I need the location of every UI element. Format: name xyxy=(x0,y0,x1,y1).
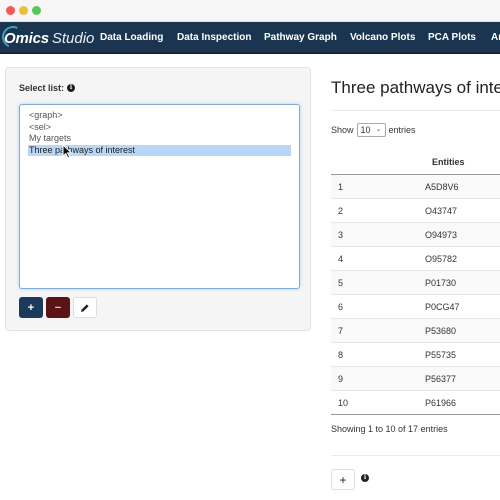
list-actions: + − xyxy=(19,297,97,318)
row-entity: P56377 xyxy=(425,373,457,384)
pencil-icon xyxy=(81,303,89,312)
brand-light: Studio xyxy=(51,29,95,47)
app-logo[interactable]: Omics Studio xyxy=(0,22,95,52)
table-info: Showing 1 to 10 of 17 entries xyxy=(331,424,448,434)
window-titlebar xyxy=(0,0,500,22)
row-index: 10 xyxy=(338,397,349,408)
row-entity: A5D8V6 xyxy=(425,181,459,192)
nav-pathway-graph[interactable]: Pathway Graph xyxy=(264,32,337,43)
row-entity: O43747 xyxy=(425,205,458,216)
row-index: 2 xyxy=(338,205,344,216)
table-row[interactable]: 9 P56377 xyxy=(331,367,500,391)
page-length-select[interactable]: 10 ⌄ xyxy=(356,123,386,137)
table-row[interactable]: 2 O43747 xyxy=(331,199,500,223)
column-header-entities[interactable]: Entities xyxy=(432,157,465,167)
row-index: 7 xyxy=(338,325,344,336)
row-entity: P61966 xyxy=(425,397,457,408)
list-select-box[interactable]: <graph> <sel> My targets Three pathways … xyxy=(19,104,300,289)
add-list-button[interactable]: + xyxy=(19,297,43,318)
row-entity: P55735 xyxy=(425,349,457,360)
brand-bold: Omics xyxy=(4,29,49,47)
table-footer-divider xyxy=(331,414,500,415)
page-length-value: 10 xyxy=(360,125,371,135)
table-row[interactable]: 6 P0CG47 xyxy=(331,295,500,319)
chevron-down-icon: ⌄ xyxy=(375,126,382,133)
table-row[interactable]: 8 P55735 xyxy=(331,343,500,367)
nav-volcano-plots[interactable]: Volcano Plots xyxy=(350,32,415,43)
add-entity-button[interactable]: + xyxy=(331,469,355,490)
list-selection-panel: Select list: i <graph> <sel> My targets … xyxy=(5,67,311,331)
minimize-window-button[interactable] xyxy=(19,6,28,15)
list-title: Three pathways of interest xyxy=(331,78,500,97)
edit-list-button[interactable] xyxy=(73,297,97,318)
nav-analysis-truncated[interactable]: An xyxy=(491,32,500,43)
row-entity: P53680 xyxy=(425,325,457,336)
row-index: 5 xyxy=(338,277,344,288)
table-row[interactable]: 3 O94973 xyxy=(331,223,500,247)
row-entity: P01730 xyxy=(425,277,457,288)
select-list-label-text: Select list: xyxy=(19,83,65,93)
row-entity: O94973 xyxy=(425,229,458,240)
table-row[interactable]: 1 A5D8V6 xyxy=(331,175,500,199)
title-divider xyxy=(331,110,500,111)
remove-list-button[interactable]: − xyxy=(46,297,70,318)
list-option-graph[interactable]: <graph> xyxy=(20,110,299,122)
mouse-cursor-icon xyxy=(62,144,73,159)
row-entity: P0CG47 xyxy=(425,301,460,312)
close-window-button[interactable] xyxy=(6,6,15,15)
row-entity: O95782 xyxy=(425,253,458,264)
nav-data-loading[interactable]: Data Loading xyxy=(100,32,163,43)
page-length-control: Show 10 ⌄ entries xyxy=(331,123,416,137)
table-row[interactable]: 5 P01730 xyxy=(331,271,500,295)
entities-table-body: 1 A5D8V6 2 O43747 3 O94973 4 O95782 5 P01730 … xyxy=(331,175,500,415)
top-navbar: Omics Studio Data Loading Data Inspectio… xyxy=(0,22,500,54)
table-row[interactable]: 4 O95782 xyxy=(331,247,500,271)
row-index: 3 xyxy=(338,229,344,240)
row-index: 6 xyxy=(338,301,344,312)
footer-divider xyxy=(331,455,500,456)
row-index: 9 xyxy=(338,373,344,384)
maximize-window-button[interactable] xyxy=(32,6,41,15)
table-row[interactable]: 7 P53680 xyxy=(331,319,500,343)
show-label: Show xyxy=(331,125,354,135)
list-option-sel[interactable]: <sel> xyxy=(20,122,299,134)
row-index: 1 xyxy=(338,181,344,192)
info-icon[interactable]: i xyxy=(361,474,369,482)
info-icon[interactable]: i xyxy=(67,84,76,92)
select-list-label: Select list: i xyxy=(19,83,76,93)
list-option-my-targets[interactable]: My targets xyxy=(20,133,299,145)
table-row[interactable]: 10 P61966 xyxy=(331,391,500,415)
nav-data-inspection[interactable]: Data Inspection xyxy=(177,32,251,43)
row-index: 4 xyxy=(338,253,344,264)
row-index: 8 xyxy=(338,349,344,360)
entries-label: entries xyxy=(388,125,416,135)
nav-pca-plots[interactable]: PCA Plots xyxy=(428,32,476,43)
